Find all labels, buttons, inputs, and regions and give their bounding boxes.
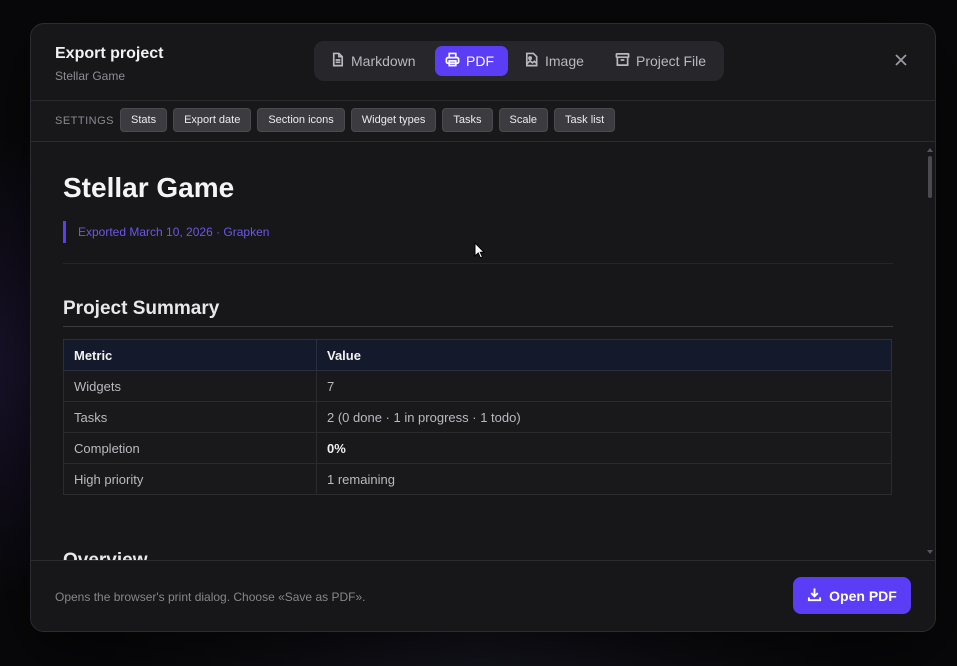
table-header-row: Metric Value: [63, 339, 892, 371]
scroll-down-arrow[interactable]: [927, 550, 933, 554]
table-row: High priority 1 remaining: [63, 463, 892, 495]
open-pdf-button[interactable]: Open PDF: [793, 577, 911, 614]
table-row: Widgets 7: [63, 370, 892, 402]
metric-cell: High priority: [63, 463, 317, 495]
value-cell: 0%: [316, 432, 892, 464]
tab-pdf[interactable]: PDF: [435, 46, 508, 76]
printer-icon: [445, 52, 460, 70]
metric-cell: Widgets: [63, 370, 317, 402]
footer-note: Opens the browser's print dialog. Choose…: [55, 590, 366, 604]
dialog-footer: Opens the browser's print dialog. Choose…: [31, 560, 935, 631]
close-button[interactable]: [893, 52, 909, 68]
summary-rule: [63, 326, 893, 327]
tab-label: Markdown: [351, 53, 416, 69]
settings-chips: Stats Export date Section icons Widget t…: [120, 108, 616, 132]
tab-image[interactable]: Image: [514, 46, 596, 76]
chip-tasks[interactable]: Tasks: [442, 108, 493, 132]
metric-cell: Tasks: [63, 401, 317, 433]
tab-label: Image: [545, 53, 584, 69]
settings-label: SETTINGS: [55, 115, 115, 127]
dialog-header: Export project Stellar Game Markdown PDF…: [31, 24, 935, 101]
export-dialog: Export project Stellar Game Markdown PDF…: [30, 23, 936, 632]
download-icon: [807, 587, 822, 605]
chip-export-date[interactable]: Export date: [173, 108, 252, 132]
dialog-title: Export project: [55, 45, 164, 62]
chip-task-list[interactable]: Task list: [554, 108, 616, 132]
document-icon: [330, 52, 345, 70]
close-icon: [893, 54, 909, 72]
metric-cell: Completion: [63, 432, 317, 464]
table-row: Tasks 2 (0 done · 1 in progress · 1 todo…: [63, 401, 892, 433]
export-info: Exported March 10, 2026 · Grapken: [63, 221, 269, 243]
value-cell: 2 (0 done · 1 in progress · 1 todo): [316, 401, 892, 433]
preview-pane[interactable]: Stellar Game Exported March 10, 2026 · G…: [31, 142, 935, 561]
format-tabs: Markdown PDF Image Project File: [314, 41, 724, 81]
table-row: Completion 0%: [63, 432, 892, 464]
tab-label: Project File: [636, 53, 707, 69]
preview-title: Stellar Game: [63, 172, 235, 203]
column-header: Value: [316, 339, 892, 371]
value-cell: 7: [316, 370, 892, 402]
summary-table: Metric Value Widgets 7 Tasks 2 (0 done ·…: [63, 339, 892, 495]
value-cell: 1 remaining: [316, 463, 892, 495]
chip-section-icons[interactable]: Section icons: [257, 108, 345, 132]
tab-markdown[interactable]: Markdown: [320, 46, 435, 76]
scroll-thumb[interactable]: [928, 156, 932, 198]
archive-icon: [615, 52, 630, 70]
preview-scrollbar[interactable]: [927, 148, 933, 554]
divider: [63, 263, 893, 264]
open-pdf-label: Open PDF: [829, 587, 897, 604]
chip-scale[interactable]: Scale: [498, 108, 549, 132]
scroll-up-arrow[interactable]: [927, 148, 933, 152]
column-header: Metric: [63, 339, 317, 371]
chip-widget-types[interactable]: Widget types: [350, 108, 437, 132]
mouse-pointer-icon: [474, 241, 486, 260]
settings-bar: SETTINGS Stats Export date Section icons…: [31, 101, 935, 142]
tab-label: PDF: [466, 53, 494, 69]
summary-heading: Project Summary: [63, 298, 220, 319]
tab-project-file[interactable]: Project File: [605, 46, 719, 76]
image-icon: [524, 52, 539, 70]
chip-stats[interactable]: Stats: [120, 108, 168, 132]
dialog-subtitle: Stellar Game: [55, 69, 126, 83]
